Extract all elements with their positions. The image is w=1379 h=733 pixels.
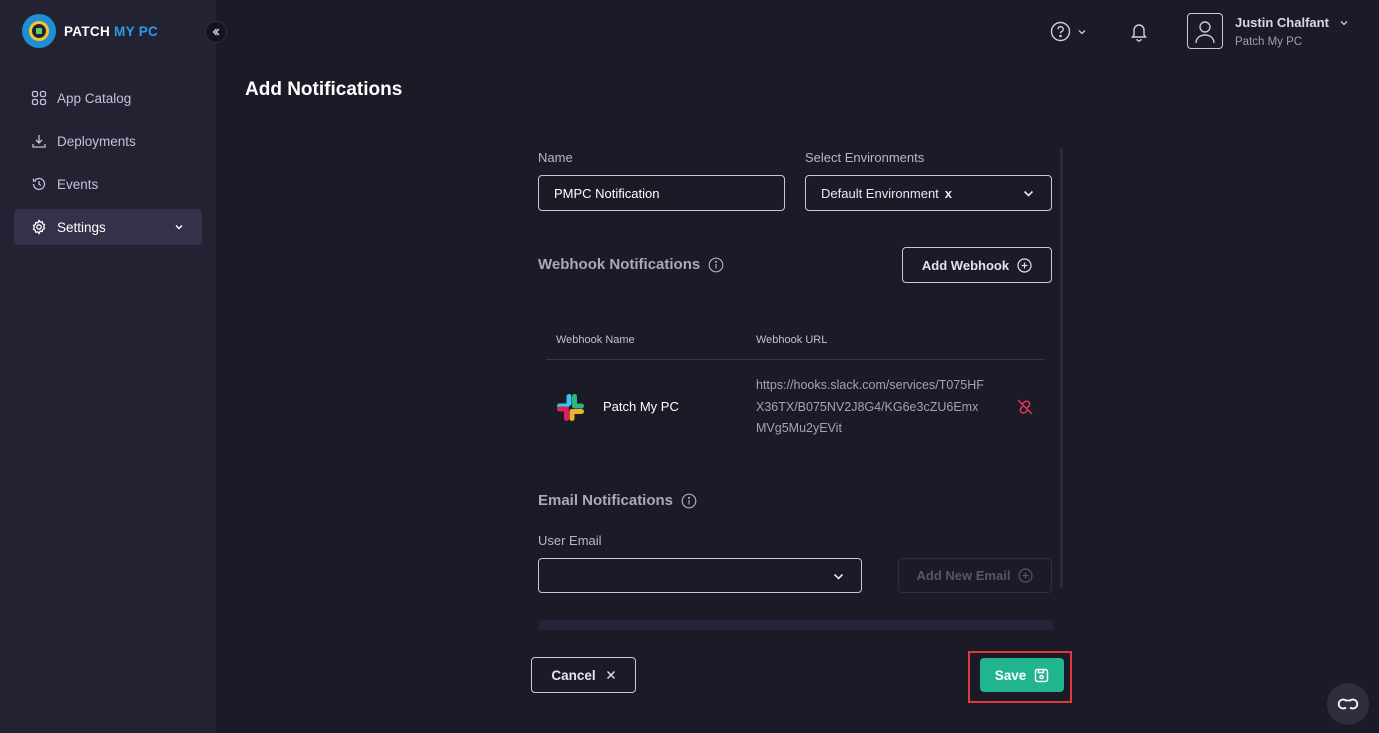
user-icon — [1195, 21, 1215, 44]
chevron-down-icon — [175, 225, 183, 230]
user-menu[interactable]: Justin Chalfant Patch My PC — [1187, 13, 1349, 49]
sidebar-item-deployments[interactable]: Deployments — [14, 123, 202, 159]
webhook-name-header: Webhook Name — [556, 334, 635, 346]
sidebar-item-label: Settings — [57, 219, 106, 235]
close-icon — [606, 671, 615, 679]
bell-icon — [1131, 24, 1147, 42]
plus-circle-icon — [1018, 568, 1034, 583]
user-info: Justin Chalfant Patch My PC — [1235, 13, 1349, 48]
cancel-button[interactable]: Cancel — [531, 657, 636, 693]
remove-environment-button[interactable]: x — [945, 186, 952, 201]
collapse-sidebar-button[interactable] — [205, 21, 227, 43]
scroll-fade — [538, 620, 1054, 630]
user-email-select[interactable] — [538, 558, 862, 593]
table-divider — [546, 359, 1045, 360]
name-input[interactable]: PMPC Notification — [538, 175, 785, 211]
notifications-button[interactable] — [1129, 21, 1149, 47]
chevron-down-icon — [1340, 20, 1348, 25]
scrollbar[interactable] — [1060, 148, 1063, 588]
chat-icon — [1337, 698, 1359, 710]
sidebar-item-events[interactable]: Events — [14, 166, 202, 202]
sidebar-item-label: Events — [57, 176, 99, 192]
page-title: Add Notifications — [245, 79, 403, 100]
logo[interactable]: PATCH MY PC — [22, 14, 158, 48]
avatar — [1187, 13, 1223, 49]
sidebar-item-settings[interactable]: Settings — [14, 209, 202, 245]
sidebar-item-label: App Catalog — [57, 90, 132, 106]
brand-name: PATCH MY PC — [64, 23, 159, 39]
sidebar-nav: App Catalog Deployments Events Settings — [14, 80, 202, 252]
sidebar-item-app-catalog[interactable]: App Catalog — [14, 80, 202, 116]
webhook-url-header: Webhook URL — [756, 334, 828, 346]
save-icon — [1035, 668, 1049, 682]
gear-icon — [32, 219, 46, 235]
user-org: Patch My PC — [1235, 36, 1303, 48]
webhook-name: Patch My PC — [603, 399, 679, 414]
plus-circle-icon — [1017, 257, 1032, 273]
patch-my-pc-logo-icon — [22, 14, 56, 48]
help-menu-button[interactable] — [1050, 21, 1087, 42]
slack-icon — [557, 394, 584, 421]
add-new-email-button[interactable]: Add New Email — [898, 558, 1052, 593]
name-label: Name — [538, 150, 573, 165]
environments-select[interactable]: Default Environment x — [805, 175, 1052, 211]
save-button[interactable]: Save — [980, 658, 1064, 692]
support-chat-button[interactable] — [1327, 683, 1369, 725]
chevron-down-icon — [1023, 190, 1034, 197]
chevron-down-icon — [833, 573, 844, 580]
email-notifications-heading: Email Notifications — [538, 492, 697, 509]
environment-tag: Default Environment x — [821, 185, 953, 201]
name-input-value: PMPC Notification — [554, 185, 660, 201]
download-icon — [32, 135, 46, 148]
history-icon — [32, 177, 46, 191]
unlink-icon[interactable] — [1016, 398, 1034, 416]
info-icon[interactable] — [681, 493, 697, 509]
webhook-notifications-heading: Webhook Notifications — [538, 256, 724, 273]
chevron-down-icon — [1078, 29, 1086, 34]
sidebar-item-label: Deployments — [57, 133, 136, 149]
info-icon[interactable] — [708, 257, 724, 273]
help-icon — [1050, 21, 1071, 42]
webhook-url: https://hooks.slack.com/services/T075HFX… — [756, 378, 984, 435]
sidebar: PATCH MY PC App Catalog Deployments Even… — [0, 0, 216, 733]
user-name: Justin Chalfant — [1235, 15, 1349, 30]
add-webhook-button[interactable]: Add Webhook — [902, 247, 1052, 283]
grid-icon — [31, 90, 47, 106]
user-email-label: User Email — [538, 533, 602, 548]
chevrons-left-icon — [212, 28, 220, 36]
environments-label: Select Environments — [805, 150, 925, 165]
